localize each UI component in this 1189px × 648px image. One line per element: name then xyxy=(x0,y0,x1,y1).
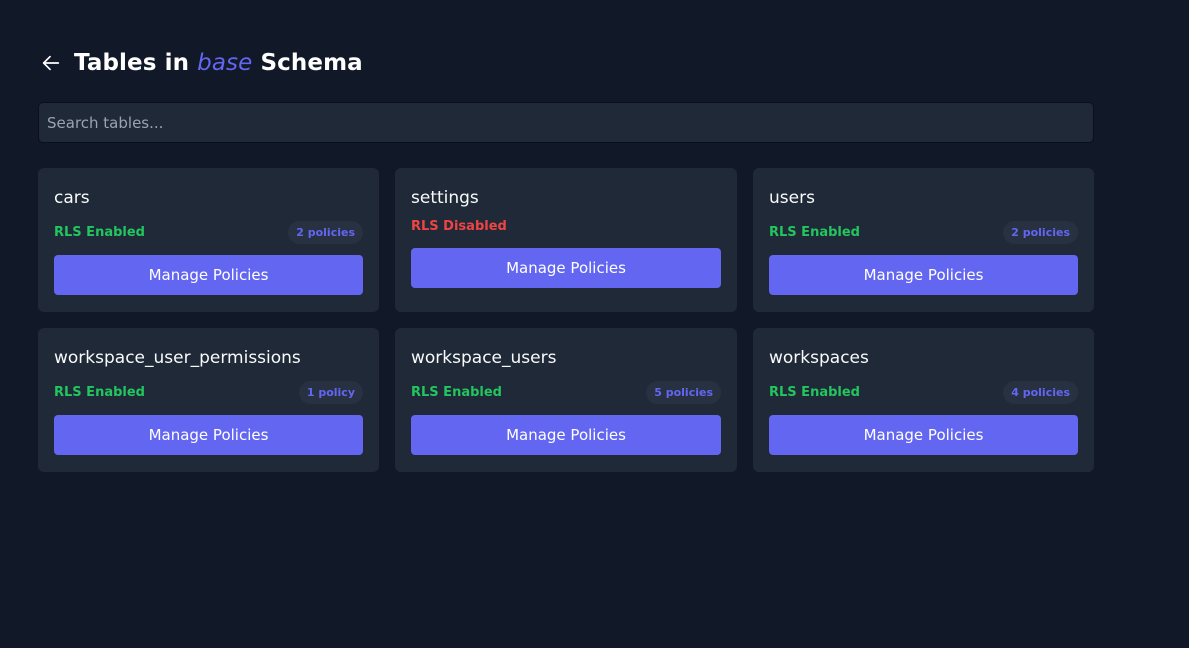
manage-policies-button[interactable]: Manage Policies xyxy=(54,415,363,455)
policy-count-badge: 4 policies xyxy=(1003,380,1078,404)
rls-status: RLS Disabled xyxy=(411,218,507,234)
policy-count-badge: 1 policy xyxy=(298,380,363,404)
page: Tables in base Schema cars RLS Enabled 2… xyxy=(0,0,1189,648)
table-name: users xyxy=(769,188,815,208)
table-card-cars: cars RLS Enabled 2 policies Manage Polic… xyxy=(38,168,379,312)
table-name: cars xyxy=(54,188,90,208)
rls-status: RLS Enabled xyxy=(411,384,502,400)
policy-count-badge: 2 policies xyxy=(1003,220,1078,244)
page-header: Tables in base Schema xyxy=(38,44,363,82)
rls-status: RLS Enabled xyxy=(769,384,860,400)
schema-name: base xyxy=(197,50,253,76)
manage-policies-button[interactable]: Manage Policies xyxy=(411,415,721,455)
arrow-left-icon xyxy=(42,55,60,71)
table-meta: RLS Enabled 2 policies xyxy=(54,219,363,245)
rls-status: RLS Enabled xyxy=(54,224,145,240)
page-title: Tables in base Schema xyxy=(74,50,363,76)
back-button[interactable] xyxy=(38,50,64,76)
manage-policies-button[interactable]: Manage Policies xyxy=(769,415,1078,455)
policy-count-badge: 2 policies xyxy=(288,220,363,244)
table-card-users: users RLS Enabled 2 policies Manage Poli… xyxy=(753,168,1094,312)
table-name: workspaces xyxy=(769,348,869,368)
table-name: settings xyxy=(411,188,479,208)
table-card-workspaces: workspaces RLS Enabled 4 policies Manage… xyxy=(753,328,1094,472)
tables-grid: cars RLS Enabled 2 policies Manage Polic… xyxy=(38,168,1094,472)
table-meta: RLS Enabled 4 policies xyxy=(769,379,1078,405)
manage-policies-button[interactable]: Manage Policies xyxy=(54,255,363,295)
policy-count-badge: 5 policies xyxy=(646,380,721,404)
table-card-workspace-user-permissions: workspace_user_permissions RLS Enabled 1… xyxy=(38,328,379,472)
table-card-settings: settings RLS Disabled Manage Policies xyxy=(395,168,737,312)
table-meta: RLS Enabled 1 policy xyxy=(54,379,363,405)
table-name: workspace_users xyxy=(411,348,557,368)
search-container xyxy=(38,102,1094,143)
manage-policies-button[interactable]: Manage Policies xyxy=(769,255,1078,295)
table-meta: RLS Enabled 5 policies xyxy=(411,379,721,405)
page-title-suffix: Schema xyxy=(252,50,363,76)
table-meta: RLS Disabled xyxy=(411,217,721,235)
manage-policies-button[interactable]: Manage Policies xyxy=(411,248,721,288)
rls-status: RLS Enabled xyxy=(769,224,860,240)
rls-status: RLS Enabled xyxy=(54,384,145,400)
table-card-workspace-users: workspace_users RLS Enabled 5 policies M… xyxy=(395,328,737,472)
search-input[interactable] xyxy=(38,102,1094,143)
page-title-prefix: Tables in xyxy=(74,50,198,76)
table-meta: RLS Enabled 2 policies xyxy=(769,219,1078,245)
table-name: workspace_user_permissions xyxy=(54,348,301,368)
